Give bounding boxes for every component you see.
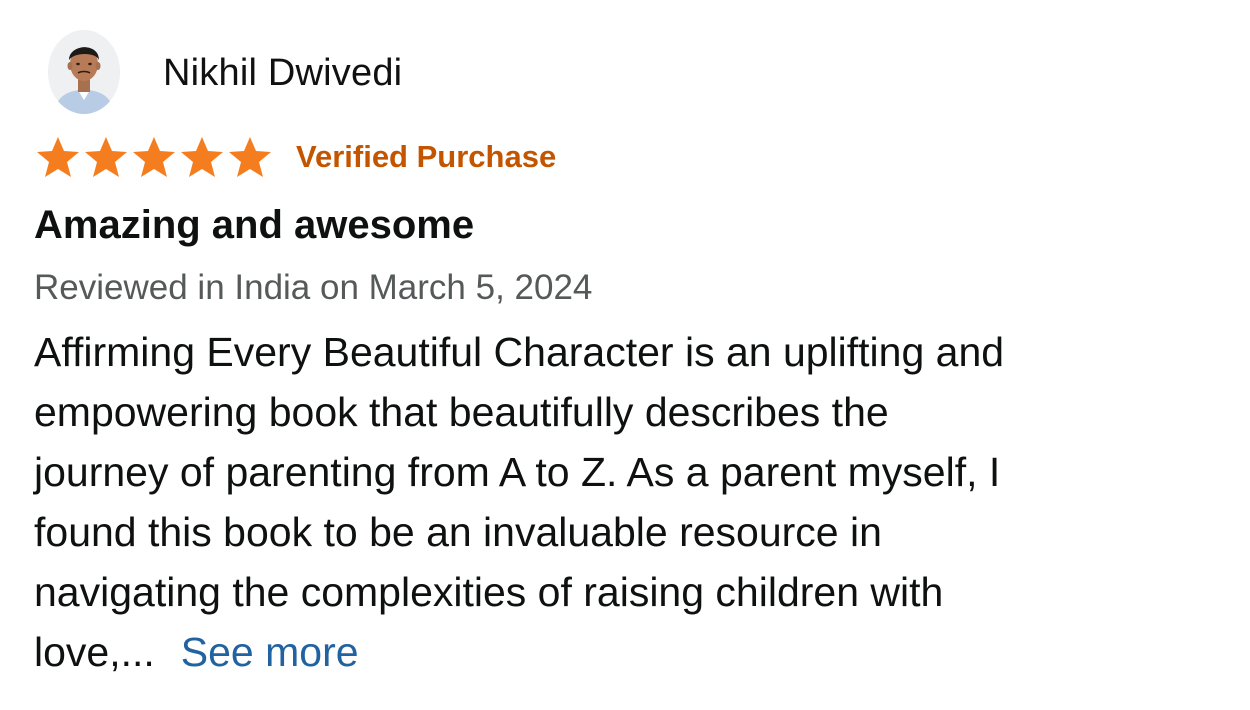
reviewer-header: Nikhil Dwivedi — [48, 30, 402, 114]
review-body-line: Affirming Every Beautiful Character is a… — [34, 329, 1005, 375]
review-body: Affirming Every Beautiful Character is a… — [34, 322, 1224, 682]
review-title: Amazing and awesome — [34, 203, 475, 247]
review-body-line: navigating the complexities of raising c… — [34, 569, 944, 615]
review-date: Reviewed in India on March 5, 2024 — [34, 268, 593, 307]
star-filled-icon — [133, 137, 175, 177]
rating-row: Verified Purchase — [34, 135, 556, 179]
see-more-link[interactable]: See more — [181, 629, 359, 675]
person-avatar-icon[interactable] — [48, 30, 120, 114]
review-card: Nikhil Dwivedi Verified Purchase Amazing… — [0, 0, 1250, 710]
star-filled-icon — [229, 137, 271, 177]
star-rating[interactable] — [34, 135, 274, 179]
review-body-line: found this book to be an invaluable reso… — [34, 509, 882, 555]
review-body-line: empowering book that beautifully describ… — [34, 389, 889, 435]
star-filled-icon — [181, 137, 223, 177]
star-filled-icon — [37, 137, 79, 177]
reviewer-name[interactable]: Nikhil Dwivedi — [163, 52, 402, 95]
review-body-line: love,... — [34, 629, 155, 675]
review-body-line: journey of parenting from A to Z. As a p… — [34, 449, 1001, 495]
review-body-last-line: love,... See more — [34, 622, 1224, 682]
star-filled-icon — [85, 137, 127, 177]
verified-purchase-badge: Verified Purchase — [296, 139, 557, 174]
